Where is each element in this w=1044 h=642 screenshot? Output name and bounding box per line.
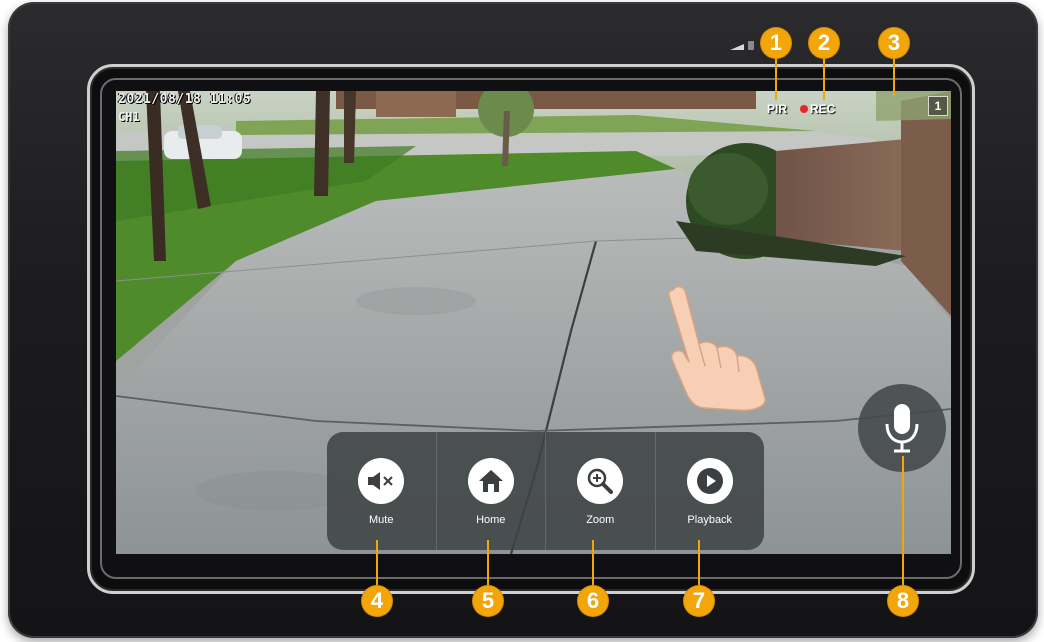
channel-overlay: CH1: [118, 110, 140, 124]
callout-8-leader: [902, 456, 904, 586]
home-label: Home: [476, 514, 506, 526]
pir-indicator: PIR: [767, 102, 788, 116]
callout-5: 5: [473, 586, 503, 616]
recording-indicator: REC: [800, 102, 835, 116]
callout-6-leader: [592, 540, 594, 586]
callout-3: 3: [879, 28, 909, 58]
signal-indicator: [730, 44, 744, 50]
hand-pointer-icon: [668, 285, 766, 412]
callout-2-leader: [823, 56, 825, 100]
callout-7: 7: [684, 586, 714, 616]
callout-3-leader: [893, 56, 895, 96]
signal-indicator-bar: [748, 41, 754, 50]
rec-label: REC: [810, 102, 836, 116]
rec-dot-icon: [800, 105, 808, 113]
play-icon: [686, 458, 733, 504]
page-indicator[interactable]: 1: [928, 96, 948, 116]
zoom-in-icon: [577, 458, 624, 504]
callout-1-leader: [775, 56, 777, 100]
callout-7-leader: [698, 540, 700, 586]
callout-4-leader: [376, 540, 378, 586]
home-icon: [467, 458, 514, 504]
mute-label: Mute: [369, 514, 394, 526]
playback-label: Playback: [687, 514, 733, 526]
speaker-mute-icon: [358, 458, 405, 504]
home-button[interactable]: Home: [435, 432, 546, 550]
zoom-button[interactable]: Zoom: [545, 432, 655, 550]
callout-2: 2: [809, 28, 839, 58]
playback-button[interactable]: Playback: [654, 432, 765, 550]
callout-8: 8: [888, 586, 918, 616]
callout-5-leader: [487, 540, 489, 586]
control-bar: Mute Home Zoom Playback: [327, 432, 764, 550]
zoom-label: Zoom: [586, 514, 615, 526]
callout-6: 6: [578, 586, 608, 616]
callout-1: 1: [761, 28, 791, 58]
microphone-icon: [885, 404, 919, 453]
callout-4: 4: [362, 586, 392, 616]
timestamp-overlay: 2021/08/18 11:05: [118, 92, 252, 107]
mute-button[interactable]: Mute: [327, 432, 436, 550]
